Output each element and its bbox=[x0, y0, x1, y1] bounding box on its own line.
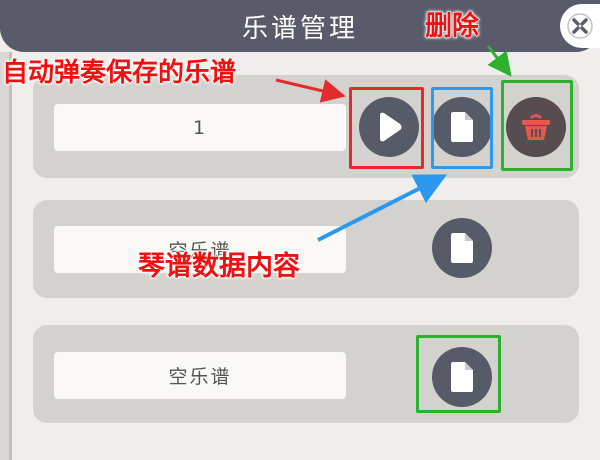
annotation-autoplay: 自动弹奏保存的乐谱 bbox=[1, 58, 237, 89]
delete-highlight-box bbox=[501, 80, 573, 171]
annotation-content: 琴谱数据内容 bbox=[138, 251, 301, 283]
close-button[interactable] bbox=[560, 4, 600, 48]
file-highlight-box bbox=[416, 335, 501, 413]
sheet-name-field[interactable]: 1 bbox=[54, 104, 346, 151]
file-icon bbox=[451, 233, 473, 263]
header-bar: 乐谱管理 bbox=[0, 0, 600, 52]
side-scrollbar[interactable] bbox=[0, 52, 12, 460]
autoplay-highlight-box bbox=[349, 87, 424, 169]
page-title: 乐谱管理 bbox=[241, 14, 358, 44]
annotation-delete: 删除 bbox=[425, 11, 480, 43]
sheet-row: 空乐谱 bbox=[33, 200, 579, 298]
close-x-icon bbox=[567, 13, 593, 39]
sheet-name-field[interactable]: 空乐谱 bbox=[54, 352, 346, 399]
content-highlight-box bbox=[431, 87, 493, 169]
sheet-row: 1 bbox=[33, 75, 579, 178]
sheet-manager-panel: 乐谱管理 1 空乐谱 空乐谱 自动弹奏保存的乐谱 删除 琴谱数据内容 bbox=[0, 0, 600, 460]
file-button[interactable] bbox=[432, 218, 492, 278]
